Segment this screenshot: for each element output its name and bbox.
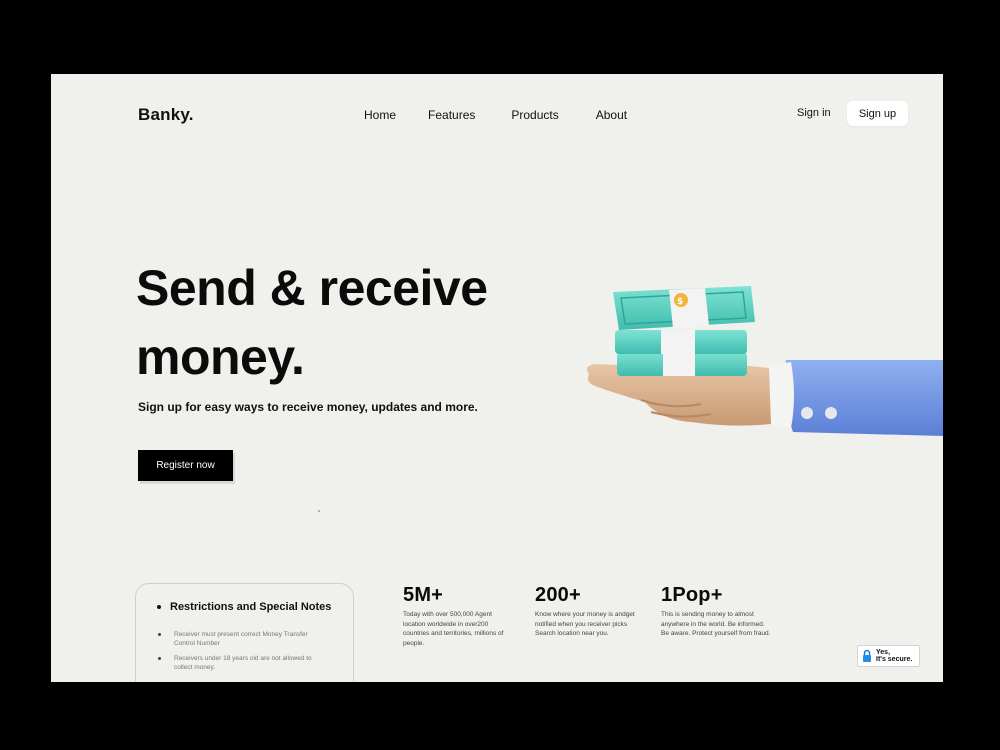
stat-people: 1Pop+ This is sending money to almost an…: [661, 584, 771, 639]
stat-description: This is sending money to almost anywhere…: [661, 611, 771, 637]
stat-value: 5M+: [403, 584, 444, 606]
stat-description: Today with over 500,000 Agent location w…: [403, 611, 504, 647]
secure-line1: Yes,: [876, 648, 891, 656]
hero-title-line1: Send & receive: [136, 260, 488, 316]
secure-badge: Yes, It's secure.: [857, 645, 920, 667]
secure-text: Yes, It's secure.: [876, 649, 912, 664]
hero-subtitle: Sign up for easy ways to receive money, …: [138, 400, 478, 414]
nav-products[interactable]: Products: [511, 108, 558, 122]
stat-countries: 200+ Know where your money is andget not…: [535, 584, 645, 639]
nav-features[interactable]: Features: [428, 108, 475, 122]
nav-about[interactable]: About: [596, 108, 627, 122]
landing-page: Banky. Home Features Products About Sign…: [51, 74, 943, 682]
title-bullet: [157, 605, 161, 609]
secure-line2: It's secure.: [876, 656, 913, 663]
note-bullet: [158, 633, 161, 636]
stat-value: 200+: [535, 584, 581, 606]
hero-title-line2: money.: [136, 329, 305, 385]
note-bullet: [158, 657, 161, 660]
decor-dot: [318, 510, 320, 512]
note-item: Receiver must present correct Money Tran…: [174, 631, 308, 647]
restrictions-title: Restrictions and Special Notes: [170, 601, 332, 613]
svg-text:$: $: [677, 297, 683, 307]
stat-value: 1Pop+: [661, 584, 723, 606]
logo[interactable]: Banky.: [138, 105, 194, 125]
note-item: Receivers under 18 years old are not all…: [174, 655, 312, 671]
sign-in-link[interactable]: Sign in: [797, 107, 831, 119]
stat-agents: 5M+ Today with over 500,000 Agent locati…: [403, 584, 513, 648]
lock-icon: [863, 649, 871, 662]
nav-home[interactable]: Home: [364, 108, 396, 122]
hero-title: Send & receive money.: [136, 254, 556, 392]
register-now-button[interactable]: Register now: [138, 450, 233, 481]
stat-description: Know where your money is andget notified…: [535, 611, 635, 637]
restrictions-card: Restrictions and Special Notes Receiver …: [135, 583, 354, 682]
hand-money-illustration: $: [587, 286, 943, 436]
main-nav: Home Features Products About: [364, 108, 627, 122]
sign-up-button[interactable]: Sign up: [847, 101, 908, 126]
